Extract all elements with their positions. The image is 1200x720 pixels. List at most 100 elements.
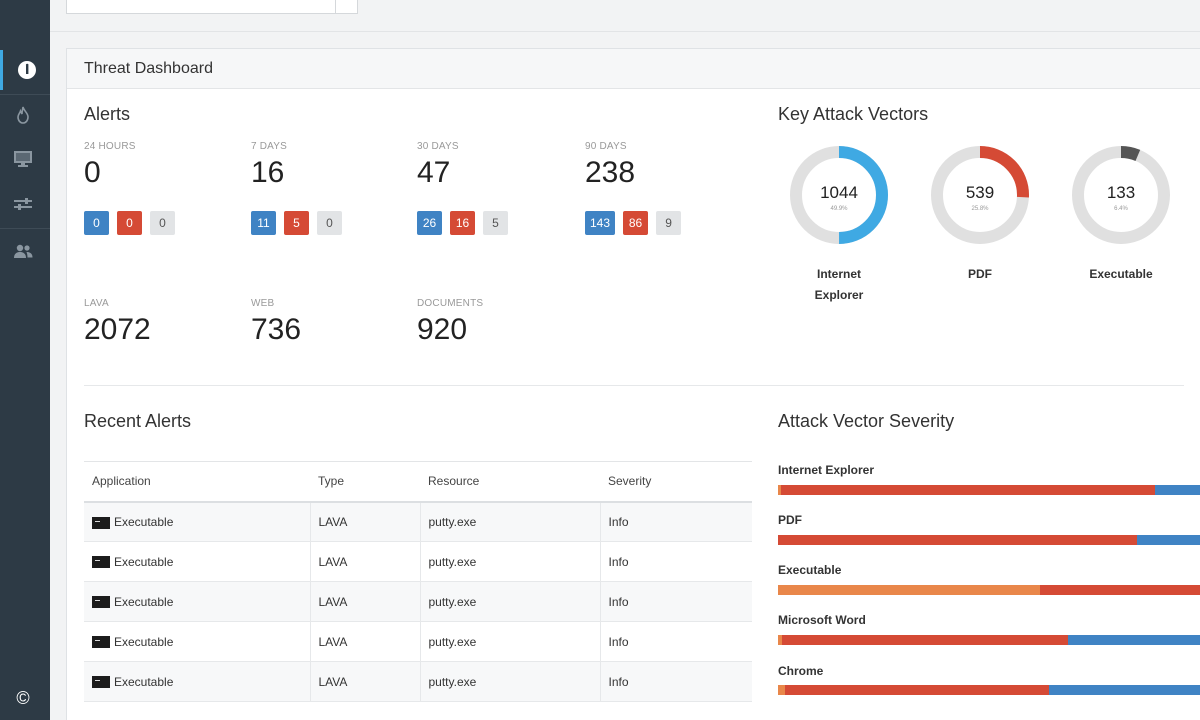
severity-label: Internet Explorer — [778, 463, 875, 477]
donut-value: 1044 — [820, 183, 858, 202]
nav-alerts[interactable] — [0, 95, 46, 135]
nav-endpoints[interactable] — [0, 139, 46, 179]
badge-other[interactable]: 5 — [483, 211, 508, 235]
cell-resource: putty.exe — [420, 621, 601, 662]
cell-application: Executable — [84, 621, 311, 662]
terminal-icon — [92, 516, 110, 529]
cell-severity: Info — [600, 661, 752, 702]
search-button[interactable] — [336, 0, 358, 14]
badge-other[interactable]: 0 — [150, 211, 175, 235]
alert-stat-90d: 90 DAYS 238 — [585, 141, 635, 188]
stat-value: 0 — [84, 156, 101, 189]
table-row[interactable]: Executable LAVA putty.exe Info — [84, 541, 752, 582]
badges-24h: 0 0 0 — [84, 211, 175, 235]
stat-value: 2072 — [84, 313, 151, 346]
table-row[interactable]: Executable LAVA putty.exe Info — [84, 581, 752, 622]
severity-segment-blue — [1049, 685, 1200, 695]
fire-icon — [17, 106, 29, 124]
stat-value: 16 — [251, 156, 285, 189]
attack-vector-severity-title: Attack Vector Severity — [778, 411, 955, 431]
stat-value: 736 — [251, 313, 302, 346]
donut-percent: 25.8% — [971, 206, 989, 212]
severity-segment-red — [1039, 585, 1200, 595]
severity-segment-red — [778, 535, 1137, 545]
terminal-icon — [92, 636, 110, 649]
donut-label: Executable — [1061, 264, 1181, 285]
badges-7d: 11 5 0 — [251, 211, 342, 235]
panel-title: Threat Dashboard — [67, 49, 1200, 89]
severity-segment-orange — [778, 585, 1040, 595]
severity-bar-chrome[interactable] — [778, 685, 1200, 695]
table-row[interactable]: Executable LAVA putty.exe Info — [84, 621, 752, 662]
terminal-icon — [92, 556, 110, 569]
donut-label-line: Explorer — [814, 288, 864, 302]
cell-severity: Info — [600, 581, 752, 622]
terminal-icon — [92, 676, 110, 689]
stat-label: LAVA — [84, 298, 109, 309]
donut-internet-explorer[interactable]: 1044 49.9% — [789, 145, 889, 245]
recent-alerts-table: Application Type Resource Severity Execu… — [84, 461, 752, 702]
cell-type: LAVA — [310, 501, 421, 542]
donut-label-line: PDF — [968, 267, 992, 281]
severity-bar-pdf[interactable] — [778, 535, 1200, 545]
alert-stat-24h: 24 HOURS 0 — [84, 141, 136, 188]
badge-high[interactable]: 143 — [585, 211, 616, 235]
severity-bar-internet-explorer[interactable] — [778, 485, 1200, 495]
cell-resource: putty.exe — [420, 581, 601, 622]
search-input[interactable] — [66, 0, 336, 14]
donut-pdf[interactable]: 539 25.8% — [930, 145, 1030, 245]
dashboard-icon — [17, 61, 36, 79]
cell-type: LAVA — [310, 661, 421, 702]
cell-type: LAVA — [310, 621, 421, 662]
stat-label: 30 DAYS — [417, 141, 459, 152]
source-stat-documents: DOCUMENTS 920 — [417, 298, 483, 345]
badge-critical[interactable]: 16 — [450, 211, 475, 235]
severity-segment-red — [781, 485, 1156, 495]
copyright-icon: © — [16, 688, 30, 708]
column-header-severity[interactable]: Severity — [600, 461, 752, 503]
donut-label: Internet Explorer — [779, 264, 899, 306]
column-header-application[interactable]: Application — [84, 461, 310, 503]
severity-segment-blue — [1067, 635, 1200, 645]
severity-segment-blue — [1136, 535, 1200, 545]
donut-executable[interactable]: 133 6.4% — [1071, 145, 1171, 245]
terminal-icon — [92, 596, 110, 609]
cell-resource: putty.exe — [420, 501, 601, 542]
nav-settings[interactable] — [0, 184, 46, 224]
badge-high[interactable]: 0 — [84, 211, 109, 235]
monitor-icon — [14, 151, 32, 167]
cell-type: LAVA — [310, 541, 421, 582]
badge-critical[interactable]: 86 — [623, 211, 649, 235]
badge-other[interactable]: 0 — [317, 211, 342, 235]
column-header-resource[interactable]: Resource — [420, 461, 600, 503]
table-row[interactable]: Executable LAVA putty.exe Info — [84, 501, 752, 542]
key-attack-vectors-title: Key Attack Vectors — [778, 104, 929, 124]
nav-users[interactable] — [0, 231, 46, 271]
column-header-type[interactable]: Type — [310, 461, 420, 503]
severity-bar-executable[interactable] — [778, 585, 1200, 595]
alert-stat-30d: 30 DAYS 47 — [417, 141, 459, 188]
severity-label: PDF — [778, 513, 802, 527]
nav-dashboard[interactable] — [0, 50, 50, 90]
table-row[interactable]: Executable LAVA putty.exe Info — [84, 661, 752, 702]
severity-label: Executable — [778, 563, 842, 577]
badge-critical[interactable]: 0 — [117, 211, 142, 235]
badge-other[interactable]: 9 — [656, 211, 682, 235]
cell-application: Executable — [84, 501, 311, 542]
badge-critical[interactable]: 5 — [284, 211, 309, 235]
severity-bar-microsoft-word[interactable] — [778, 635, 1200, 645]
stat-value: 47 — [417, 156, 451, 189]
cell-application-text: Executable — [114, 634, 174, 649]
recent-alerts-title: Recent Alerts — [84, 411, 192, 431]
cell-severity: Info — [600, 541, 752, 582]
badge-high[interactable]: 26 — [417, 211, 442, 235]
cell-application: Executable — [84, 661, 311, 702]
stat-label: 24 HOURS — [84, 141, 136, 152]
badges-30d: 26 16 5 — [417, 211, 508, 235]
donut-label-line: Internet — [816, 267, 861, 281]
top-bar — [50, 0, 1200, 32]
cell-severity: Info — [600, 621, 752, 662]
users-icon — [14, 244, 33, 258]
badge-high[interactable]: 11 — [251, 211, 276, 235]
threat-dashboard-panel: Threat Dashboard Alerts 24 HOURS 0 7 DAY… — [66, 48, 1200, 720]
